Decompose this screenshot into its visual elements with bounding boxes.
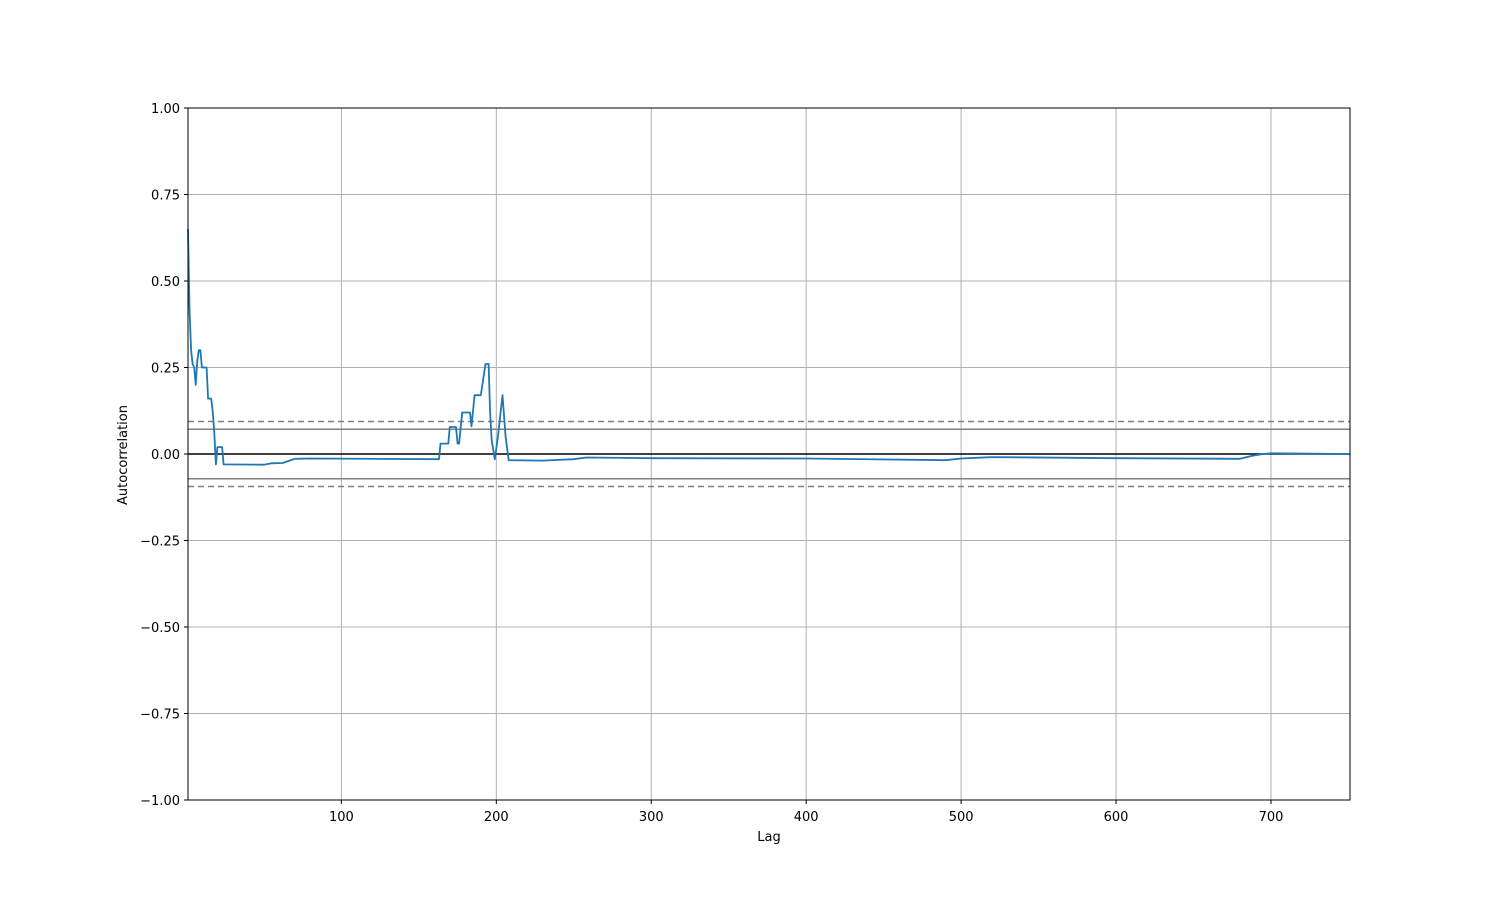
y-tick-label: −0.50 bbox=[140, 621, 180, 636]
figure-background bbox=[0, 0, 1500, 900]
x-tick-label: 100 bbox=[329, 810, 354, 825]
x-axis-label: Lag bbox=[757, 830, 780, 845]
x-tick-label: 200 bbox=[484, 810, 509, 825]
y-tick-label: 0.50 bbox=[151, 275, 180, 290]
x-tick-label: 700 bbox=[1259, 810, 1284, 825]
y-tick-label: −0.25 bbox=[140, 535, 180, 550]
y-tick-label: 0.00 bbox=[151, 448, 180, 463]
autocorrelation-chart: 100 200 300 400 500 600 700 −1.00 −0.75 −0.50 −0.… bbox=[0, 0, 1500, 900]
x-tick-label: 300 bbox=[639, 810, 664, 825]
y-tick-label: 0.25 bbox=[151, 362, 180, 377]
x-tick-label: 600 bbox=[1104, 810, 1129, 825]
y-tick-label: −0.75 bbox=[140, 708, 180, 723]
x-tick-label: 500 bbox=[949, 810, 974, 825]
y-axis-label: Autocorrelation bbox=[116, 405, 131, 505]
y-tick-label: 1.00 bbox=[151, 102, 180, 117]
x-tick-label: 400 bbox=[794, 810, 819, 825]
y-tick-label: 0.75 bbox=[151, 189, 180, 204]
y-tick-label: −1.00 bbox=[140, 794, 180, 809]
